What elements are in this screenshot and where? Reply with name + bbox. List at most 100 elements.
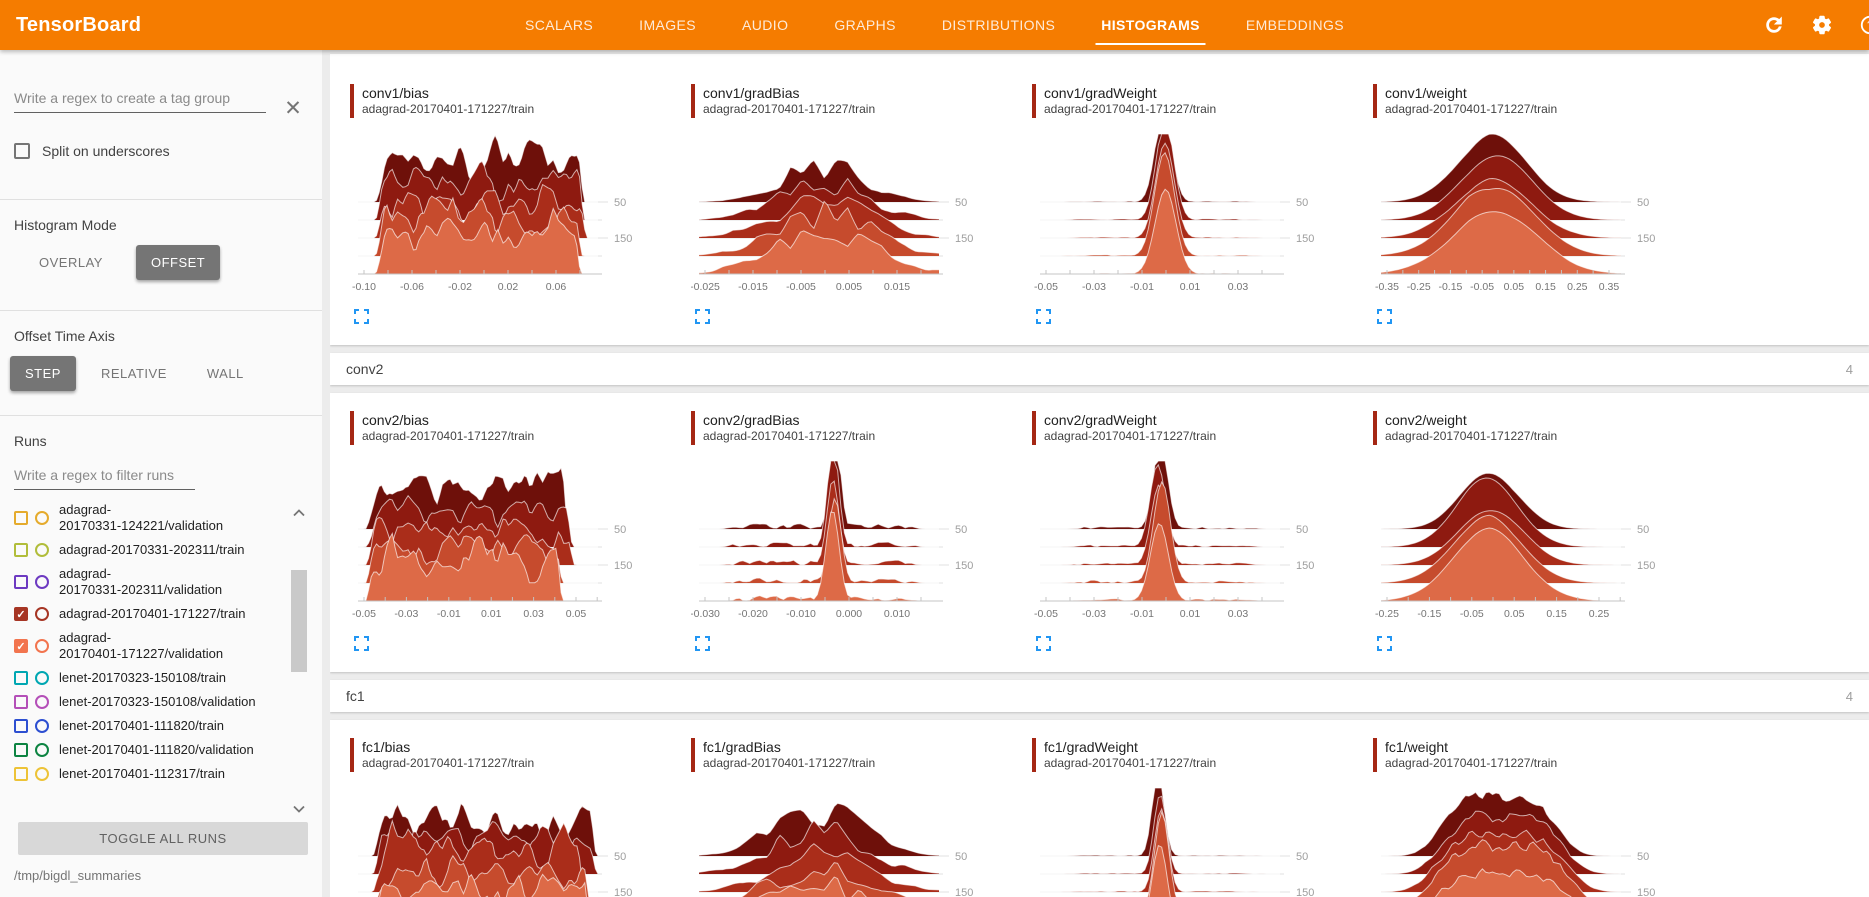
scroll-up-icon[interactable] [293,504,305,512]
histogram-chart[interactable]: 50150-0.05-0.03-0.010.010.03 [1032,124,1342,302]
histogram-chart[interactable]: 50150-0.025-0.015-0.0050.0050.015 [691,124,1001,302]
svg-text:50: 50 [1296,197,1308,209]
run-row: ✓adagrad-20170401-171227/validation [14,626,276,666]
close-icon[interactable]: ✕ [282,99,304,121]
tab-audio[interactable]: AUDIO [742,0,788,50]
run-radio-circle[interactable] [35,639,49,653]
settings-icon[interactable] [1811,14,1833,36]
run-radio-circle[interactable] [35,743,49,757]
divider [0,199,322,200]
nav-icons: ? [1763,14,1869,36]
expand-icon[interactable] [354,309,370,325]
run-row: adagrad-20170331-202311/validation [14,562,276,602]
svg-text:50: 50 [1296,851,1308,863]
card-run-name: adagrad-20170401-171227/train [1385,429,1557,444]
tab-scalars[interactable]: SCALARS [525,0,593,50]
run-checkbox[interactable] [14,511,28,525]
histogram-chart[interactable]: 50150-0.030-0.020-0.0100.0000.010 [691,451,1001,629]
histogram-chart[interactable]: 50150-0.35-0.25-0.15-0.050.050.150.250.3… [1373,124,1683,302]
card-tag-title: conv2/gradWeight [1044,411,1216,429]
group-title: conv2 [346,361,383,377]
expand-icon[interactable] [695,309,711,325]
scroll-down-icon[interactable] [293,800,305,808]
run-label: adagrad-20170401-171227/train [59,606,246,622]
run-checkbox[interactable] [14,543,28,557]
histogram-mode-label: Histogram Mode [14,217,322,233]
histogram-chart[interactable]: 50150-0.25-0.15-0.050.050.150.25 [1373,451,1683,629]
offset-time-axis-relative-button[interactable]: RELATIVE [86,356,182,391]
run-row: adagrad-20170331-202311/train [14,538,276,562]
offset-time-axis-wall-button[interactable]: WALL [192,356,259,391]
split-underscores-row[interactable]: Split on underscores [14,143,308,159]
chart-area: 50 150 [1032,778,1373,897]
histogram-chart[interactable]: 50150-0.05-0.03-0.010.010.030.05 [350,451,660,629]
run-checkbox[interactable] [14,695,28,709]
tag-regex-input[interactable] [14,86,266,113]
svg-text:50: 50 [1637,197,1649,209]
run-checkbox[interactable]: ✓ [14,639,28,653]
toggle-all-runs-button[interactable]: TOGGLE ALL RUNS [18,822,308,855]
x-tick-label: -0.15 [1438,281,1462,293]
histogram-chart[interactable]: 50150 [691,778,1001,897]
card-header: fc1/gradWeightadagrad-20170401-171227/tr… [1032,738,1373,772]
runs-label: Runs [14,433,322,449]
expand-icon[interactable] [354,636,370,652]
offset-time-axis-step-button[interactable]: STEP [10,356,76,391]
run-checkbox[interactable] [14,575,28,589]
expand-icon[interactable] [1377,636,1393,652]
group-header-fc1[interactable]: fc14 [330,680,1869,712]
run-radio-circle[interactable] [35,767,49,781]
run-checkbox[interactable] [14,767,28,781]
run-radio-circle[interactable] [35,607,49,621]
run-checkbox[interactable] [14,719,28,733]
run-checkbox[interactable] [14,743,28,757]
expand-icon[interactable] [695,636,711,652]
x-tick-label: 0.01 [1180,608,1201,620]
chart-area: 50150-0.10-0.06-0.020.020.06 [350,124,691,307]
tab-graphs[interactable]: GRAPHS [834,0,896,50]
run-regex-input[interactable] [14,463,195,490]
card-tag-title: conv1/gradBias [703,84,875,102]
run-radio-circle[interactable] [35,671,49,685]
histogram-chart[interactable]: 50 150 [1032,778,1342,897]
group-pane-fc1: fc1/biasadagrad-20170401-171227/train501… [330,720,1869,897]
histogram-chart[interactable]: 50150 [1373,778,1683,897]
card-run-name: adagrad-20170401-171227/train [362,429,534,444]
svg-text:150: 150 [1296,887,1314,897]
tab-distributions[interactable]: DISTRIBUTIONS [942,0,1055,50]
tab-embeddings[interactable]: EMBEDDINGS [1246,0,1344,50]
run-radio-circle[interactable] [35,575,49,589]
run-radio-circle[interactable] [35,511,49,525]
expand-icon[interactable] [1377,309,1393,325]
runs-list: adagrad-20170331-124221/validationadagra… [0,498,322,816]
help-icon[interactable]: ? [1859,14,1869,36]
run-radio-circle[interactable] [35,543,49,557]
run-radio-circle[interactable] [35,719,49,733]
tab-images[interactable]: IMAGES [639,0,696,50]
card-header: fc1/gradBiasadagrad-20170401-171227/trai… [691,738,1032,772]
card-tag-title: conv1/bias [362,84,534,102]
histogram-chart[interactable]: 50150-0.10-0.06-0.020.020.06 [350,124,660,302]
expand-icon[interactable] [1036,636,1052,652]
expand-icon[interactable] [1036,309,1052,325]
card-tag-title: fc1/weight [1385,738,1557,756]
card-run-name: adagrad-20170401-171227/train [703,102,875,117]
run-checkbox[interactable]: ✓ [14,607,28,621]
histogram-mode-overlay-button[interactable]: OVERLAY [24,245,118,280]
split-underscores-checkbox[interactable] [14,143,30,159]
run-checkbox[interactable] [14,671,28,685]
group-header-conv2[interactable]: conv24 [330,353,1869,385]
x-tick-label: -0.15 [1417,608,1441,620]
refresh-icon[interactable] [1763,14,1785,36]
histogram-chart[interactable]: 50150-0.05-0.03-0.010.010.03 [1032,451,1342,629]
chart-area: 50150-0.25-0.15-0.050.050.150.25 [1373,451,1714,634]
ridge-layer [1040,524,1280,601]
scrollbar-thumb[interactable] [291,570,307,672]
histogram-mode-offset-button[interactable]: OFFSET [136,245,220,280]
run-radio-circle[interactable] [35,695,49,709]
x-tick-label: -0.03 [1082,608,1106,620]
tab-histograms[interactable]: HISTOGRAMS [1101,0,1200,50]
histogram-chart[interactable]: 50150 [350,778,660,897]
x-tick-label: 0.15 [1535,281,1556,293]
svg-text:50: 50 [1296,524,1308,536]
